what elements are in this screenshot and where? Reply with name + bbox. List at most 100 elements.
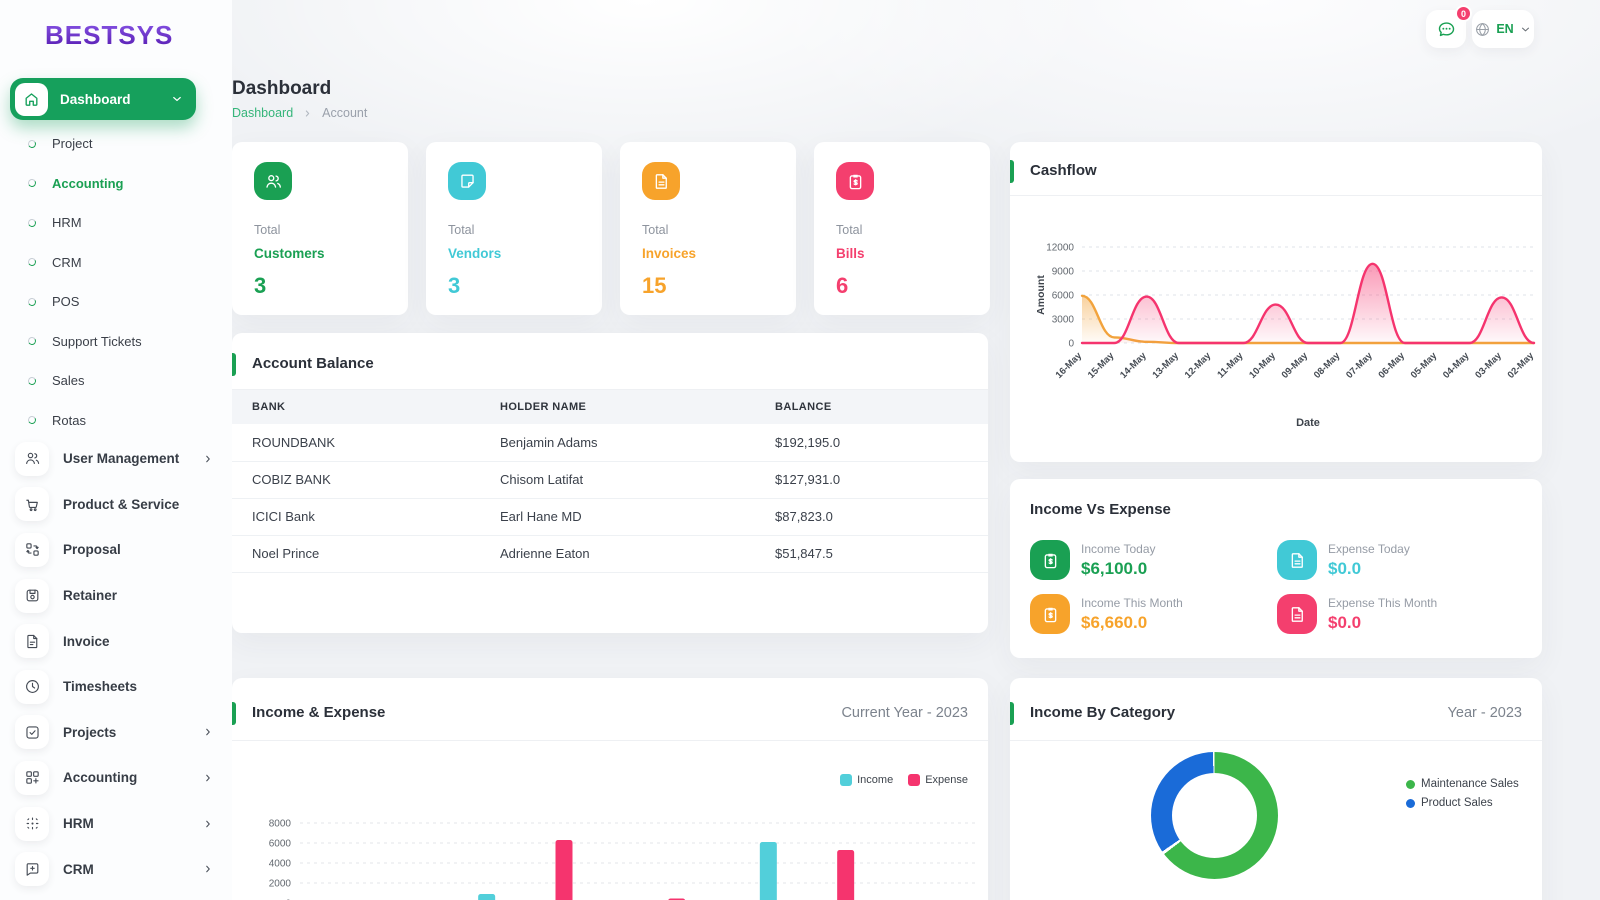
cashflow-title: Cashflow — [1030, 162, 1097, 179]
users-icon — [15, 442, 49, 476]
stat-prefix: Total — [448, 223, 580, 237]
sidebar-item-support-tickets[interactable]: Support Tickets — [0, 322, 232, 362]
sidebar-item-project[interactable]: Project — [0, 124, 232, 164]
retainer-icon — [15, 579, 49, 613]
sidebar-item-retainer[interactable]: Retainer — [0, 573, 232, 619]
sidebar-item-projects[interactable]: Projects — [0, 710, 232, 756]
cashflow-card: Cashflow 120009000600030000Amount16-May1… — [1010, 142, 1542, 462]
income-by-category-card: Income By Category Year - 2023 Maintenan… — [1010, 678, 1542, 900]
globe-icon — [1474, 21, 1491, 38]
sidebar-item-rotas[interactable]: Rotas — [0, 401, 232, 441]
ive-item-expense-this-month: Expense This Month$0.0 — [1277, 594, 1522, 634]
svg-text:Date: Date — [1296, 417, 1320, 429]
chevron-right-icon — [202, 772, 214, 784]
income-expense-subtitle: Current Year - 2023 — [841, 705, 968, 721]
chat-icon — [1436, 19, 1457, 40]
legend-swatch — [1406, 780, 1415, 789]
sidebar-item-dashboard[interactable]: Dashboard — [10, 78, 196, 120]
sidebar-item-crm[interactable]: CRM — [0, 846, 232, 892]
bullet-icon — [27, 415, 37, 425]
table-cell: $192,195.0 — [755, 424, 988, 461]
sidebar-item-hrm[interactable]: HRM — [0, 801, 232, 847]
svg-text:12-May: 12-May — [1183, 350, 1214, 381]
messages-button[interactable]: 0 — [1426, 10, 1466, 48]
bullet-icon — [27, 257, 37, 267]
ive-item-expense-today: Expense Today$0.0 — [1277, 540, 1522, 580]
sidebar-main-menu: User ManagementProduct & ServiceProposal… — [0, 436, 232, 892]
dashboard-page: BESTSYS Dashboard ProjectAccountingHRMCR… — [0, 0, 1600, 900]
accent-bar — [232, 702, 236, 725]
legend-item-product-sales[interactable]: Product Sales — [1406, 797, 1519, 809]
column-header: HOLDER NAME — [480, 390, 755, 424]
svg-text:13-May: 13-May — [1150, 350, 1181, 381]
svg-text:Amount: Amount — [1035, 275, 1047, 315]
sidebar-item-invoice[interactable]: Invoice — [0, 618, 232, 664]
table-cell: $51,847.5 — [755, 535, 988, 572]
ive-label: Income This Month — [1081, 596, 1183, 610]
sidebar-item-accounting[interactable]: Accounting — [0, 755, 232, 801]
legend-item-maintenance-sales[interactable]: Maintenance Sales — [1406, 778, 1519, 790]
svg-text:9000: 9000 — [1052, 267, 1075, 278]
sidebar: BESTSYS Dashboard ProjectAccountingHRMCR… — [0, 0, 232, 900]
sidebar-item-sales[interactable]: Sales — [0, 361, 232, 401]
sidebar-item-pos[interactable]: POS — [0, 282, 232, 322]
svg-text:3000: 3000 — [1052, 315, 1075, 326]
income-by-category-donut — [1151, 752, 1278, 879]
stat-prefix: Total — [642, 223, 774, 237]
stat-value: 3 — [254, 273, 386, 299]
chevron-right-icon — [202, 726, 214, 738]
sidebar-item-product-service[interactable]: Product & Service — [0, 482, 232, 528]
svg-text:11-May: 11-May — [1215, 350, 1246, 381]
account-balance-table: BANKHOLDER NAMEBALANCE ROUNDBANKBenjamin… — [232, 390, 988, 573]
check-square-icon — [15, 715, 49, 749]
chevron-right-icon — [202, 863, 214, 875]
bar-chart-legend: Income Expense — [840, 774, 968, 786]
stat-card-bills: TotalBills6 — [814, 142, 990, 315]
table-cell: Adrienne Eaton — [480, 535, 755, 572]
table-cell: COBIZ BANK — [232, 461, 480, 498]
breadcrumb-dashboard-link[interactable]: Dashboard — [232, 106, 293, 120]
column-header: BALANCE — [755, 390, 988, 424]
ive-label: Expense Today — [1328, 542, 1410, 556]
legend-swatch — [908, 774, 920, 786]
legend-item-income[interactable]: Income — [840, 774, 893, 786]
svg-text:2000: 2000 — [269, 879, 292, 890]
clipboard-dollar-icon — [1030, 594, 1070, 634]
accent-bar — [232, 353, 236, 376]
sidebar-item-timesheets[interactable]: Timesheets — [0, 664, 232, 710]
sidebar-item-proposal[interactable]: Proposal — [0, 527, 232, 573]
language-selector[interactable]: EN — [1472, 10, 1534, 48]
sidebar-item-hrm[interactable]: HRM — [0, 203, 232, 243]
proposal-icon — [15, 533, 49, 567]
stat-card-vendors: TotalVendors3 — [426, 142, 602, 315]
table-row: ICICI BankEarl Hane MD$87,823.0 — [232, 498, 988, 535]
column-header: BANK — [232, 390, 480, 424]
table-row: COBIZ BANKChisom Latifat$127,931.0 — [232, 461, 988, 498]
bullet-icon — [27, 139, 37, 149]
bullet-icon — [27, 297, 37, 307]
table-row: Noel PrinceAdrienne Eaton$51,847.5 — [232, 535, 988, 572]
crosshair-icon — [15, 807, 49, 841]
svg-text:02-May: 02-May — [1506, 350, 1537, 381]
svg-text:12000: 12000 — [1046, 243, 1074, 254]
table-cell: ROUNDBANK — [232, 424, 480, 461]
account-balance-card: Account Balance BANKHOLDER NAMEBALANCE R… — [232, 333, 988, 633]
legend-item-expense[interactable]: Expense — [908, 774, 968, 786]
sidebar-item-accounting[interactable]: Accounting — [0, 164, 232, 204]
sidebar-item-user-management[interactable]: User Management — [0, 436, 232, 482]
clipboard-dollar-icon — [836, 162, 874, 200]
note-icon — [448, 162, 486, 200]
sidebar-item-crm[interactable]: CRM — [0, 243, 232, 283]
table-cell: Benjamin Adams — [480, 424, 755, 461]
table-cell: ICICI Bank — [232, 498, 480, 535]
svg-text:4000: 4000 — [269, 859, 292, 870]
stat-cards-row: TotalCustomers3TotalVendors3TotalInvoice… — [232, 142, 990, 315]
clipboard-dollar-icon — [1030, 540, 1070, 580]
stat-card-invoices: TotalInvoices15 — [620, 142, 796, 315]
svg-text:16-May: 16-May — [1054, 350, 1085, 381]
bullet-icon — [27, 178, 37, 188]
income-vs-expense-grid: Income Today$6,100.0Expense Today$0.0Inc… — [1030, 540, 1522, 634]
table-cell: $127,931.0 — [755, 461, 988, 498]
chevron-right-icon — [202, 453, 214, 465]
language-code: EN — [1496, 22, 1513, 36]
